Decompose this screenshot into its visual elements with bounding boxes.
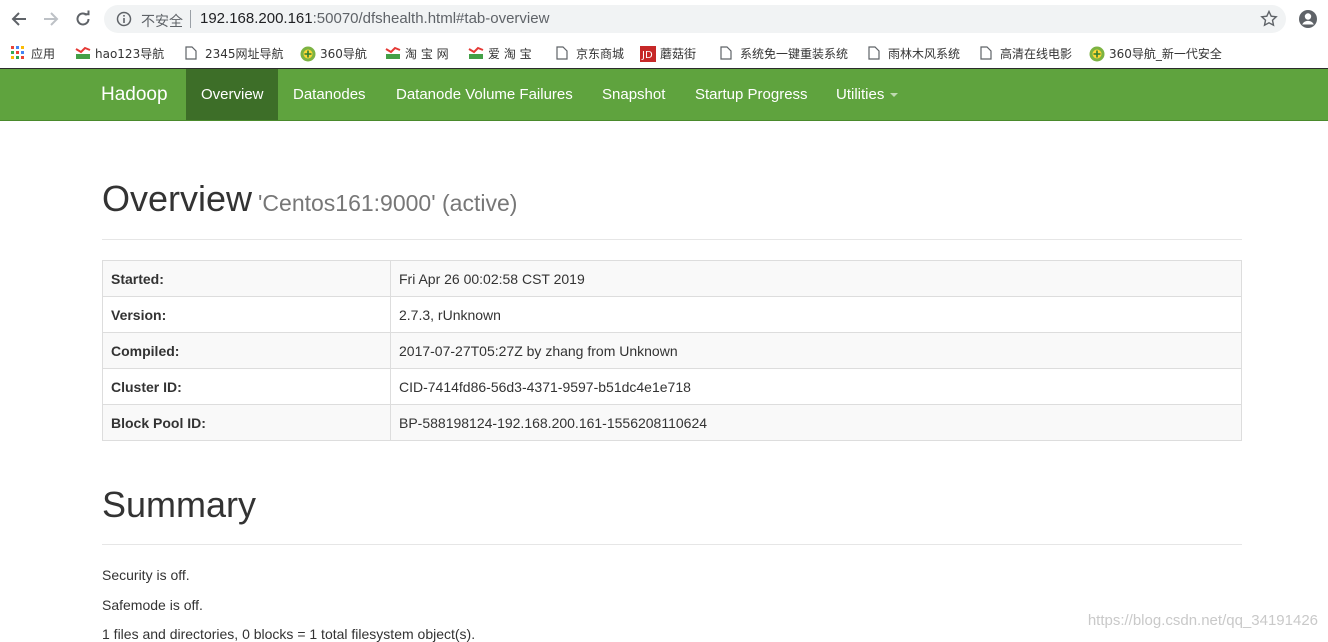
table-row: Compiled: 2017-07-27T05:27Z by zhang fro… bbox=[102, 332, 1242, 369]
bookmark-360-safe[interactable]: 360导航_新一代安全 bbox=[1089, 43, 1222, 63]
caret-down-icon bbox=[890, 93, 899, 98]
utilities-label: Utilities bbox=[836, 86, 885, 103]
insecure-label: 不安全 bbox=[141, 14, 183, 30]
url-path: :50070/dfshealth.html#tab-overview bbox=[312, 10, 550, 27]
row-key: Compiled: bbox=[102, 332, 391, 369]
bookmark-mogujie[interactable]: JD 蘑菇街 bbox=[640, 43, 696, 63]
watermark-text: https://blog.csdn.net/qq_34191426 bbox=[1087, 612, 1318, 629]
summary-safemode: Safemode is off. bbox=[102, 597, 203, 613]
overview-divider bbox=[102, 239, 1242, 240]
back-arrow-icon[interactable] bbox=[8, 8, 30, 30]
overview-subtitle: 'Centos161:9000' (active) bbox=[258, 190, 518, 216]
nav-tab-datanodes[interactable]: Datanodes bbox=[278, 69, 381, 120]
page-icon bbox=[980, 46, 994, 60]
bookmark-label: 360导航 bbox=[320, 46, 367, 61]
overview-title: Overview bbox=[102, 178, 253, 219]
row-key: Cluster ID: bbox=[102, 368, 391, 405]
bookmark-taobao[interactable]: 淘 宝 网 bbox=[385, 43, 449, 63]
hadoop-navbar: Hadoop Overview Datanodes Datanode Volum… bbox=[0, 69, 1328, 121]
profile-avatar-icon[interactable] bbox=[1298, 9, 1318, 29]
navbar-brand[interactable]: Hadoop bbox=[101, 84, 168, 106]
svg-text:JD: JD bbox=[641, 50, 653, 61]
info-icon[interactable] bbox=[116, 11, 132, 27]
address-divider bbox=[190, 10, 191, 28]
nav-dropdown-utilities[interactable]: Utilities bbox=[821, 69, 913, 120]
summary-filesystem: 1 files and directories, 0 blocks = 1 to… bbox=[102, 626, 476, 642]
page-icon bbox=[185, 46, 199, 60]
page-icon bbox=[556, 46, 570, 60]
row-key: Version: bbox=[102, 296, 391, 333]
row-value: 2017-07-27T05:27Z by zhang from Unknown bbox=[390, 332, 1242, 369]
table-row: Block Pool ID: BP-588198124-192.168.200.… bbox=[102, 404, 1242, 441]
browser-toolbar: 不安全 192.168.200.161:50070/dfshealth.html… bbox=[0, 0, 1328, 38]
hao-icon bbox=[385, 46, 401, 60]
bookmark-360[interactable]: 360导航 bbox=[300, 43, 367, 63]
summary-title: Summary bbox=[102, 484, 257, 525]
summary-divider bbox=[102, 544, 1242, 545]
row-key: Started: bbox=[102, 260, 391, 297]
bookmark-2345[interactable]: 2345网址导航 bbox=[185, 43, 284, 63]
row-value: CID-7414fd86-56d3-4371-9597-b51dc4e1e718 bbox=[390, 368, 1242, 405]
bookmark-label: 系统免一键重装系统 bbox=[740, 46, 849, 61]
overview-table: Started: Fri Apr 26 00:02:58 CST 2019 Ve… bbox=[102, 260, 1242, 441]
table-row: Started: Fri Apr 26 00:02:58 CST 2019 bbox=[102, 260, 1242, 297]
overview-heading: Overview 'Centos161:9000' (active) bbox=[102, 178, 517, 220]
row-key: Block Pool ID: bbox=[102, 404, 391, 441]
address-bar[interactable]: 不安全 192.168.200.161:50070/dfshealth.html… bbox=[104, 5, 1286, 33]
url-text[interactable]: 192.168.200.161:50070/dfshealth.html#tab… bbox=[200, 10, 549, 27]
hao-icon bbox=[468, 46, 484, 60]
nav-tab-startup-progress[interactable]: Startup Progress bbox=[680, 69, 823, 120]
url-host: 192.168.200.161 bbox=[200, 10, 313, 27]
row-value: Fri Apr 26 00:02:58 CST 2019 bbox=[390, 260, 1242, 297]
row-value: BP-588198124-192.168.200.161-15562081106… bbox=[390, 404, 1242, 441]
bookmark-ylmf[interactable]: 雨林木风系统 bbox=[868, 43, 960, 63]
bookmark-movies[interactable]: 高清在线电影 bbox=[980, 43, 1072, 63]
forward-arrow-icon[interactable] bbox=[40, 8, 62, 30]
bookmark-jd[interactable]: 京东商城 bbox=[556, 43, 624, 63]
bookmark-label: 淘 宝 网 bbox=[405, 46, 449, 61]
bookmark-label: hao123导航 bbox=[95, 46, 165, 61]
row-value: 2.7.3, rUnknown bbox=[390, 296, 1242, 333]
360-icon bbox=[300, 46, 316, 62]
table-row: Cluster ID: CID-7414fd86-56d3-4371-9597-… bbox=[102, 368, 1242, 405]
bookmark-label: 京东商城 bbox=[576, 46, 625, 61]
bookmark-star-icon[interactable] bbox=[1260, 10, 1278, 28]
bookmark-apps[interactable]: 应用 bbox=[11, 43, 55, 63]
bookmark-label: 高清在线电影 bbox=[1000, 46, 1073, 61]
page-icon bbox=[720, 46, 734, 60]
hao-icon bbox=[75, 46, 91, 60]
bookmark-reinstall[interactable]: 系统免一键重装系统 bbox=[720, 43, 848, 63]
bookmark-label: 蘑菇街 bbox=[660, 46, 697, 61]
bookmark-label: 应用 bbox=[31, 46, 56, 61]
page-icon bbox=[868, 46, 882, 60]
nav-tab-overview[interactable]: Overview bbox=[186, 69, 278, 120]
nav-tab-volume-failures[interactable]: Datanode Volume Failures bbox=[381, 69, 588, 120]
360-icon bbox=[1089, 46, 1105, 62]
bookmark-hao123[interactable]: hao123导航 bbox=[75, 43, 164, 63]
jd-icon: JD bbox=[640, 46, 656, 62]
bookmark-label: 2345网址导航 bbox=[205, 46, 284, 61]
apps-grid-icon bbox=[11, 46, 25, 60]
reload-icon[interactable] bbox=[72, 8, 94, 30]
nav-tab-snapshot[interactable]: Snapshot bbox=[587, 69, 680, 120]
bookmark-label: 360导航_新一代安全 bbox=[1109, 46, 1222, 61]
bookmark-label: 雨林木风系统 bbox=[888, 46, 961, 61]
summary-security: Security is off. bbox=[102, 567, 190, 583]
table-row: Version: 2.7.3, rUnknown bbox=[102, 296, 1242, 333]
bookmark-label: 爱 淘 宝 bbox=[488, 46, 532, 61]
bookmarks-bar: 应用 hao123导航 2345网址导航 360导航 淘 宝 网 爱 淘 宝 京… bbox=[0, 38, 1328, 68]
bookmark-aitaobao[interactable]: 爱 淘 宝 bbox=[468, 43, 532, 63]
